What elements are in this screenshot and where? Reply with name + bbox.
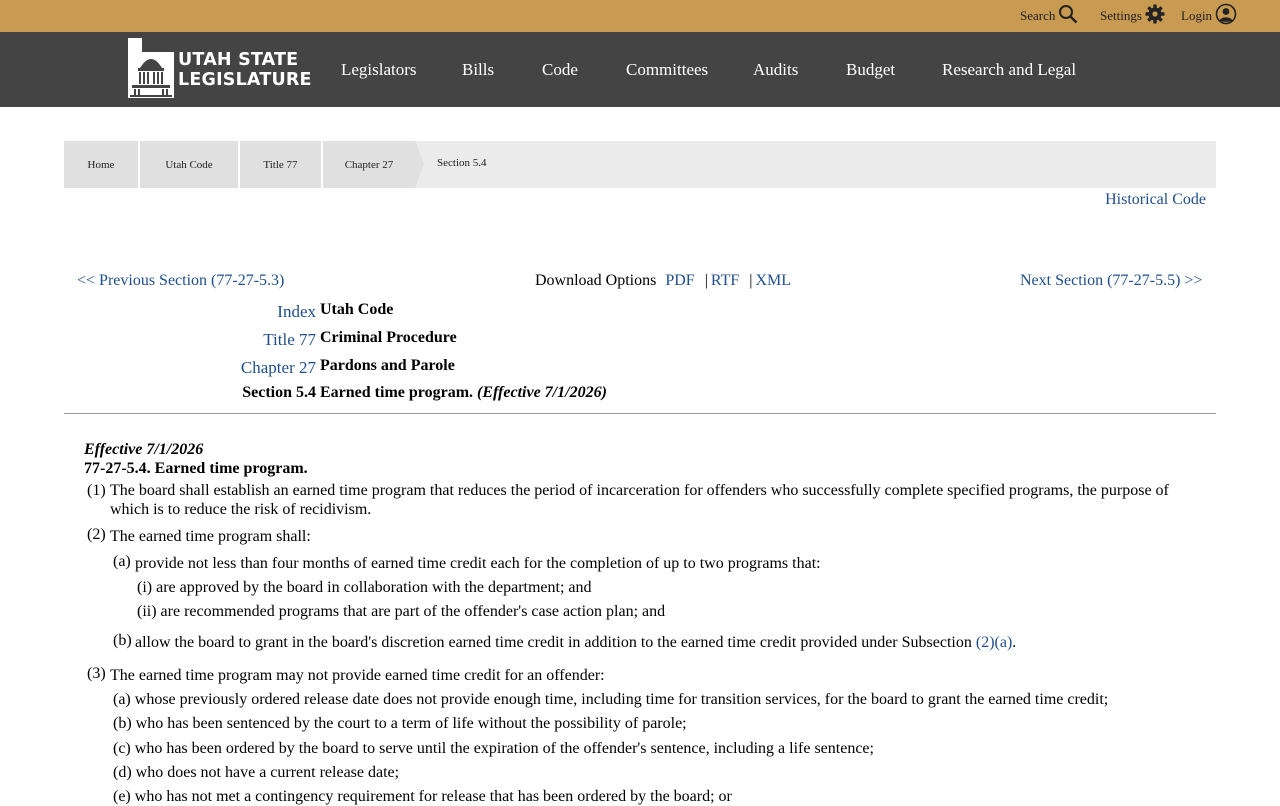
section-label: Section 5.4 — [242, 384, 316, 401]
breadcrumb-arrow — [415, 141, 424, 187]
breadcrumb-chapter[interactable]: Chapter 27 — [323, 141, 415, 188]
chapter-value: Pardons and Parole — [320, 357, 455, 374]
p2b-text-body: allow the board to grant in the board's … — [135, 634, 972, 651]
rtf-link[interactable]: RTF — [711, 272, 739, 289]
breadcrumb-title[interactable]: Title 77 — [240, 141, 323, 188]
p2b-period: . — [1012, 634, 1017, 651]
hierarchy-chapter-row: Chapter 27 Pardons and Parole — [64, 357, 664, 383]
p2b-number: (b) — [113, 632, 132, 649]
download-separator: | — [704, 272, 708, 289]
p1-text: The board shall establish an earned time… — [110, 482, 1169, 518]
logo-line-2: LEGISLATURE — [178, 70, 312, 90]
title-value: Criminal Procedure — [320, 329, 457, 346]
utility-bar: Search Settings Login — [0, 0, 1280, 32]
search-button[interactable]: Search — [1020, 0, 1078, 32]
chapter-link[interactable]: Chapter 27 — [241, 358, 316, 378]
p2-text: The earned time program shall: — [110, 528, 311, 545]
nav-legislators[interactable]: Legislators — [341, 32, 417, 107]
section-value: Earned time program. (Effective 7/1/2026… — [320, 384, 607, 402]
subsection-2a-link[interactable]: (2)(a) — [976, 634, 1012, 651]
search-icon — [1055, 4, 1078, 28]
breadcrumb-current: Section 5.4 — [437, 157, 487, 169]
logo-text: UTAH STATE LEGISLATURE — [178, 50, 312, 90]
breadcrumb-utah-code[interactable]: Utah Code — [140, 141, 240, 188]
next-section-link[interactable]: Next Section (77-27-5.5) >> — [1020, 272, 1202, 290]
p2a-number: (a) — [113, 553, 131, 570]
title-link[interactable]: Title 77 — [263, 330, 316, 350]
p1-number: (1) — [87, 482, 106, 499]
capitol-icon — [128, 37, 174, 103]
p3-d-text: (d) who does not have a current release … — [113, 764, 400, 781]
p2a-ii-text: (ii) are recommended programs that are p… — [137, 603, 666, 620]
login-button[interactable]: Login — [1181, 0, 1237, 32]
historical-code-link[interactable]: Historical Code — [1105, 191, 1206, 209]
index-value: Utah Code — [320, 301, 394, 318]
site-logo[interactable]: UTAH STATE LEGISLATURE — [128, 37, 312, 103]
p3-c-text: (c) who has been ordered by the board to… — [113, 740, 874, 757]
hierarchy-title-row: Title 77 Criminal Procedure — [64, 329, 664, 355]
divider — [64, 413, 1216, 414]
hierarchy-index-row: Index Utah Code — [64, 301, 664, 327]
login-label: Login — [1181, 8, 1213, 23]
settings-label: Settings — [1100, 8, 1142, 23]
p3-a-text: (a) whose previously ordered release dat… — [113, 691, 1109, 708]
p2a-i-text: (i) are approved by the board in collabo… — [137, 579, 592, 596]
nav-research-and-legal[interactable]: Research and Legal — [942, 32, 1076, 107]
search-label: Search — [1020, 8, 1056, 23]
section-effective: (Effective 7/1/2026) — [477, 384, 607, 401]
p3-text: The earned time program may not provide … — [110, 667, 605, 684]
download-options: Download Options PDF | RTF | XML — [535, 272, 791, 290]
pdf-link[interactable]: PDF — [665, 272, 694, 289]
index-link[interactable]: Index — [277, 302, 316, 322]
hierarchy-section-row: Section 5.4 Earned time program. (Effect… — [64, 384, 664, 410]
settings-button[interactable]: Settings — [1100, 0, 1165, 32]
p2b-text: allow the board to grant in the board's … — [135, 633, 1016, 652]
nav-committees[interactable]: Committees — [626, 32, 708, 107]
nav-budget[interactable]: Budget — [846, 32, 895, 107]
p3-number: (3) — [87, 665, 106, 682]
breadcrumb-home[interactable]: Home — [64, 141, 140, 188]
section-heading: 77-27-5.4. Earned time program. — [84, 460, 308, 477]
p2a-text: provide not less than four months of ear… — [135, 555, 821, 572]
p3-b-text: (b) who has been sentenced by the court … — [113, 715, 687, 732]
nav-code[interactable]: Code — [542, 32, 578, 107]
section-name: Earned time program. — [320, 384, 474, 401]
p2-number: (2) — [87, 526, 106, 543]
p3-e-text: (e) who has not met a contingency requir… — [113, 788, 732, 805]
main-header: UTAH STATE LEGISLATURE Legislators Bills… — [0, 32, 1280, 107]
gear-icon — [1142, 4, 1165, 28]
xml-link[interactable]: XML — [755, 272, 791, 289]
logo-line-1: UTAH STATE — [178, 50, 299, 70]
download-label: Download Options — [535, 272, 657, 289]
download-separator: | — [749, 272, 753, 289]
nav-audits[interactable]: Audits — [753, 32, 798, 107]
breadcrumb: Home Utah Code Title 77 Chapter 27 Secti… — [64, 141, 1216, 188]
user-icon — [1212, 3, 1237, 29]
effective-date: Effective 7/1/2026 — [84, 441, 204, 458]
previous-section-link[interactable]: << Previous Section (77-27-5.3) — [77, 272, 284, 290]
nav-bills[interactable]: Bills — [462, 32, 494, 107]
